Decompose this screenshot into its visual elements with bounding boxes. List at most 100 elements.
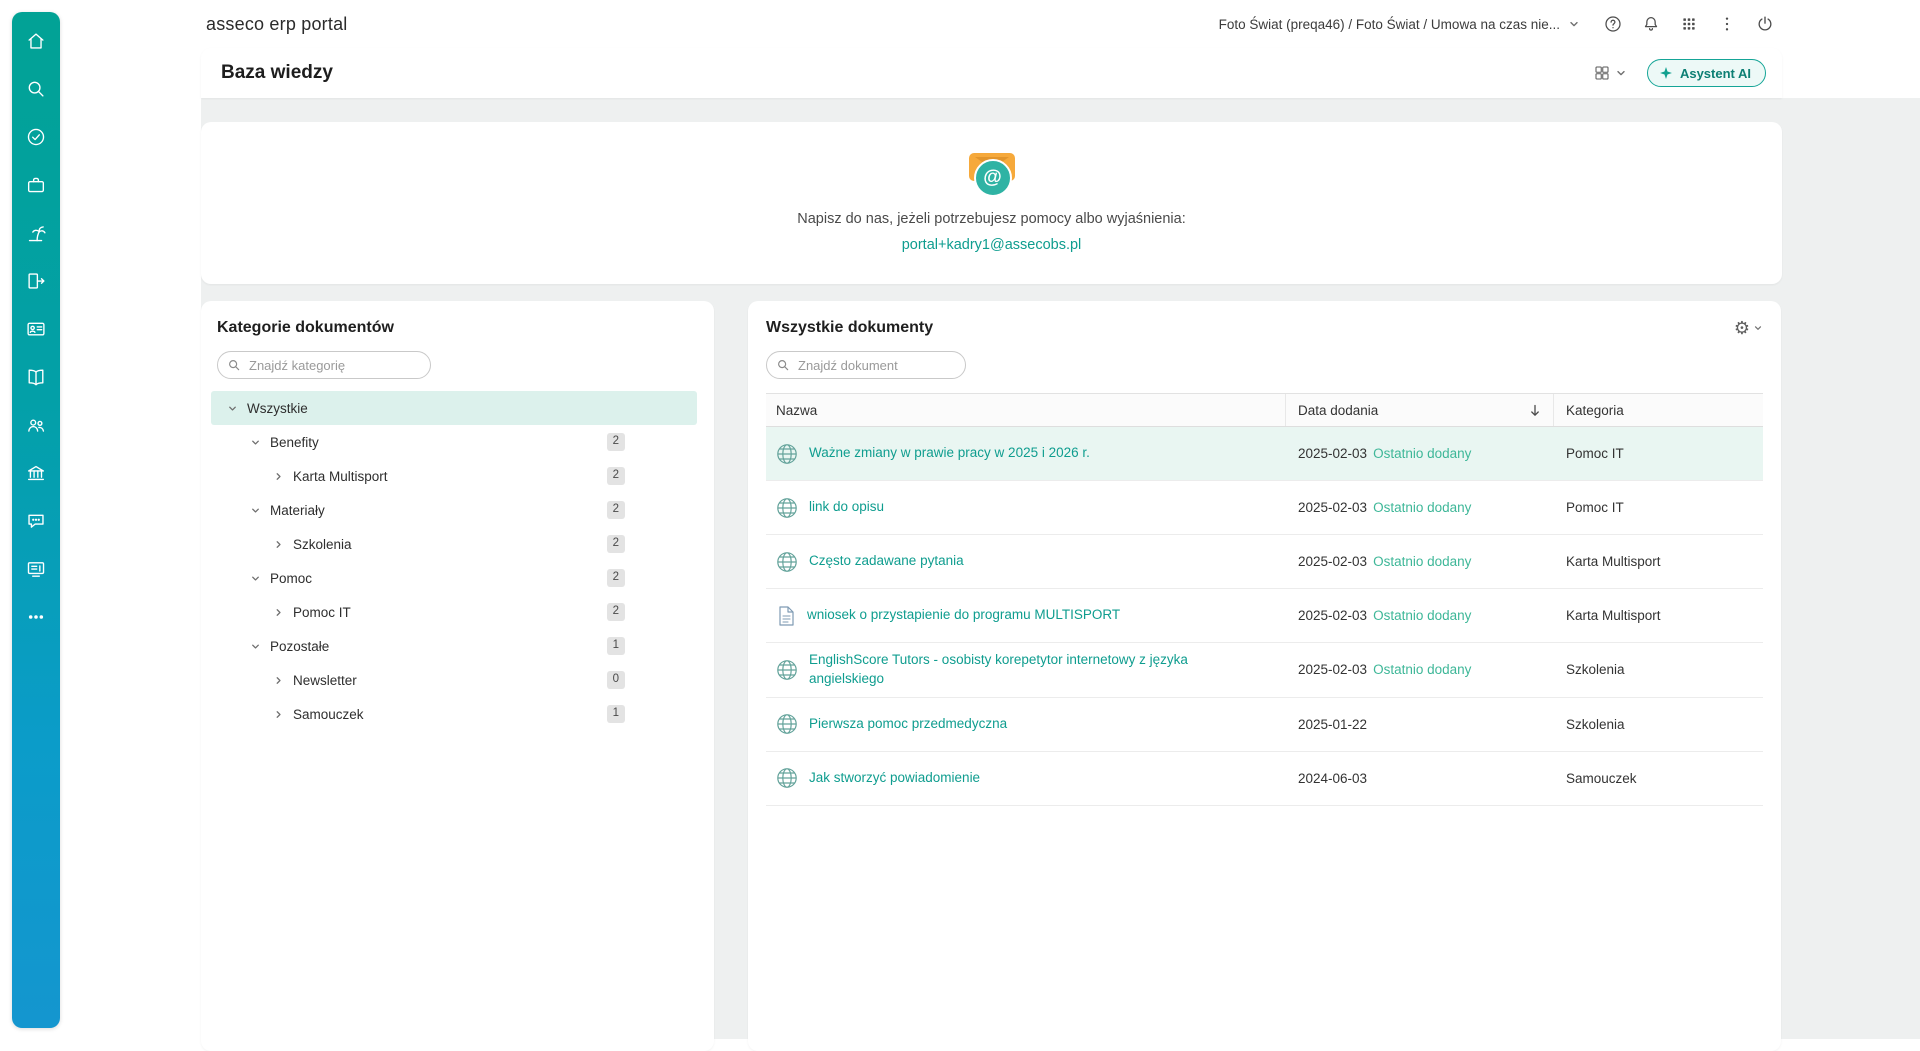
tree-item-label: Benefity — [270, 435, 319, 450]
document-category-cell: Pomoc IT — [1554, 446, 1763, 461]
document-link[interactable]: link do opisu — [809, 498, 884, 517]
globe-icon — [776, 713, 798, 735]
page-title: Baza wiedzy — [221, 62, 333, 84]
tree-item-count: 2 — [607, 501, 625, 519]
contact-card: @ Napisz do nas, jeżeli potrzebujesz pom… — [201, 122, 1782, 284]
tree-item-count: 2 — [607, 467, 625, 485]
tree-item-label: Pozostałe — [270, 639, 329, 654]
team-icon[interactable] — [25, 414, 47, 436]
globe-icon — [776, 443, 798, 465]
document-row[interactable]: wniosek o przystapienie do programu MULT… — [766, 589, 1763, 643]
logout-button[interactable] — [1748, 7, 1782, 41]
news-icon[interactable] — [25, 558, 47, 580]
column-header-category[interactable]: Kategoria — [1554, 394, 1763, 426]
tree-item-pomoc-it[interactable]: Pomoc IT2 — [211, 595, 697, 629]
organization-icon[interactable] — [25, 462, 47, 484]
document-row[interactable]: EnglishScore Tutors - osobisty korepetyt… — [766, 643, 1763, 698]
more-icon[interactable] — [25, 606, 47, 628]
library-icon[interactable] — [25, 366, 47, 388]
category-tree: WszystkieBenefity2Karta Multisport2Mater… — [201, 391, 714, 731]
context-selector[interactable]: Foto Świat (preqa46) / Foto Świat / Umow… — [1219, 17, 1592, 32]
document-row[interactable]: Ważne zmiany w prawie pracy w 2025 i 202… — [766, 427, 1763, 481]
document-name-cell: Ważne zmiany w prawie pracy w 2025 i 202… — [766, 435, 1286, 473]
context-label: Foto Świat (preqa46) / Foto Świat / Umow… — [1219, 17, 1560, 32]
tree-item-benefity[interactable]: Benefity 2 — [211, 425, 697, 459]
apps-button[interactable] — [1672, 7, 1706, 41]
document-date: 2025-02-03 — [1298, 446, 1367, 461]
notifications-button[interactable] — [1634, 7, 1668, 41]
chevron-down-icon[interactable] — [227, 403, 245, 414]
chevron-down-icon[interactable] — [250, 437, 268, 448]
recently-added-badge: Ostatnio dodany — [1373, 500, 1471, 515]
help-icon — [1603, 14, 1623, 34]
document-date: 2025-02-03 — [1298, 500, 1367, 515]
briefcase-icon[interactable] — [25, 174, 47, 196]
home-icon[interactable] — [25, 30, 47, 52]
chat-icon[interactable] — [25, 510, 47, 532]
ai-assistant-button[interactable]: Asystent AI — [1647, 59, 1766, 87]
tree-item-label: Wszystkie — [247, 401, 308, 416]
column-header-date[interactable]: Data dodania — [1286, 394, 1554, 426]
table-settings-button[interactable]: ⚙ — [1734, 319, 1763, 337]
document-link[interactable]: wniosek o przystapienie do programu MULT… — [807, 606, 1120, 625]
chevron-right-icon[interactable] — [273, 675, 291, 686]
more-options-button[interactable] — [1710, 7, 1744, 41]
contact-email-link[interactable]: portal+kadry1@assecobs.pl — [902, 237, 1082, 253]
tree-item-count: 2 — [607, 433, 625, 451]
chevron-down-icon[interactable] — [250, 505, 268, 516]
document-date-cell: 2025-02-03Ostatnio dodany — [1286, 554, 1554, 569]
document-link[interactable]: EnglishScore Tutors - osobisty korepetyt… — [809, 651, 1262, 689]
column-header-name[interactable]: Nazwa — [766, 394, 1286, 426]
documents-table-body: Ważne zmiany w prawie pracy w 2025 i 202… — [766, 427, 1763, 806]
document-row[interactable]: link do opisu2025-02-03Ostatnio dodanyPo… — [766, 481, 1763, 535]
exit-icon[interactable] — [25, 270, 47, 292]
tree-item-materiały[interactable]: Materiały2 — [211, 493, 697, 527]
chevron-right-icon[interactable] — [273, 539, 291, 550]
document-row[interactable]: Pierwsza pomoc przedmedyczna2025-01-22Sz… — [766, 698, 1763, 752]
document-search-input[interactable] — [766, 351, 966, 379]
document-link[interactable]: Jak stworzyć powiadomienie — [809, 769, 980, 788]
tree-item-label: Samouczek — [293, 707, 364, 722]
sparkle-icon — [1659, 66, 1673, 80]
document-row[interactable]: Jak stworzyć powiadomienie2024-06-03Samo… — [766, 752, 1763, 806]
document-link[interactable]: Pierwsza pomoc przedmedyczna — [809, 715, 1007, 734]
document-category-cell: Karta Multisport — [1554, 608, 1763, 623]
app-title: asseco erp portal — [206, 14, 347, 35]
tree-item-pozostałe[interactable]: Pozostałe1 — [211, 629, 697, 663]
sort-desc-icon — [1529, 404, 1541, 417]
document-name-cell: Często zadawane pytania — [766, 543, 1286, 581]
chevron-down-icon[interactable] — [250, 573, 268, 584]
tree-item-karta-multisport[interactable]: Karta Multisport2 — [211, 459, 697, 493]
tree-item-szkolenia[interactable]: Szkolenia2 — [211, 527, 697, 561]
category-search-input[interactable] — [217, 351, 431, 379]
recently-added-badge: Ostatnio dodany — [1373, 662, 1471, 677]
id-card-icon[interactable] — [25, 318, 47, 340]
apps-grid-icon — [1680, 15, 1698, 33]
chevron-down-icon[interactable] — [250, 641, 268, 652]
tree-item-wszystkie[interactable]: Wszystkie — [211, 391, 697, 425]
document-name-cell: Jak stworzyć powiadomienie — [766, 759, 1286, 797]
category-search — [217, 351, 431, 379]
help-button[interactable] — [1596, 7, 1630, 41]
document-date: 2025-01-22 — [1298, 717, 1367, 732]
tree-item-label: Pomoc — [270, 571, 312, 586]
document-date: 2025-02-03 — [1298, 554, 1367, 569]
globe-icon — [776, 497, 798, 519]
tree-item-pomoc[interactable]: Pomoc2 — [211, 561, 697, 595]
document-name-cell: Pierwsza pomoc przedmedyczna — [766, 705, 1286, 743]
chevron-right-icon[interactable] — [273, 471, 291, 482]
chevron-right-icon[interactable] — [273, 607, 291, 618]
layout-switcher-button[interactable] — [1593, 64, 1627, 82]
vacations-icon[interactable] — [25, 222, 47, 244]
main-content: @ Napisz do nas, jeżeli potrzebujesz pom… — [201, 98, 1920, 1039]
document-row[interactable]: Często zadawane pytania 2025-02-03Ostatni… — [766, 535, 1763, 589]
tree-item-newsletter[interactable]: Newsletter0 — [211, 663, 697, 697]
chevron-down-icon — [1753, 323, 1763, 333]
document-link[interactable]: Często zadawane pytania — [809, 552, 964, 571]
document-link[interactable]: Ważne zmiany w prawie pracy w 2025 i 202… — [809, 444, 1090, 463]
chevron-right-icon[interactable] — [273, 709, 291, 720]
document-date-cell: 2025-02-03Ostatnio dodany — [1286, 662, 1554, 677]
search-icon[interactable] — [25, 78, 47, 100]
approvals-icon[interactable] — [25, 126, 47, 148]
tree-item-samouczek[interactable]: Samouczek1 — [211, 697, 697, 731]
